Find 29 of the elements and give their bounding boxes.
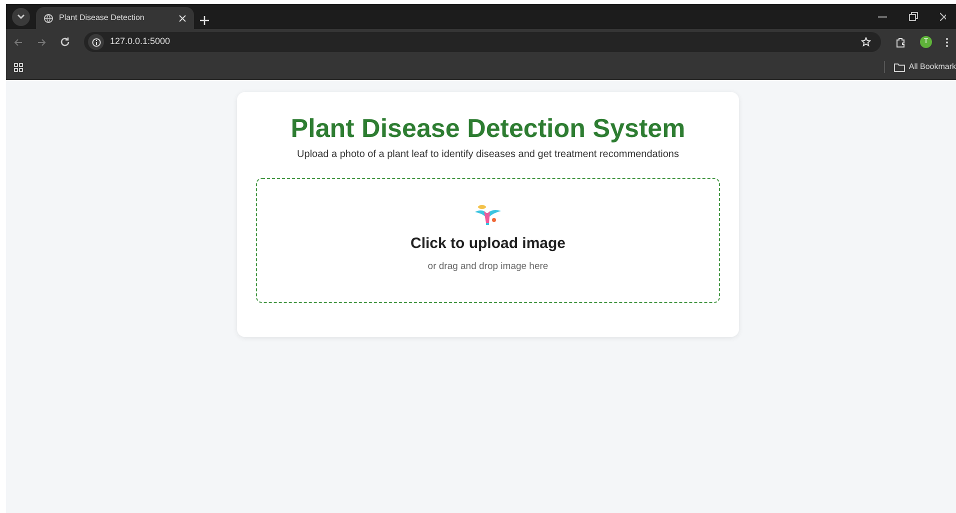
upload-hint: or drag and drop image here xyxy=(428,260,548,274)
info-icon xyxy=(92,38,100,46)
all-bookmarks-button[interactable]: All Bookmark xyxy=(894,61,956,73)
restore-icon[interactable] xyxy=(909,12,918,21)
close-icon[interactable] xyxy=(940,12,946,21)
upload-dropzone[interactable]: Click to upload image or drag and drop image here xyxy=(256,178,720,303)
tab-title: Plant Disease Detection xyxy=(59,12,146,24)
globe-icon xyxy=(44,14,53,22)
apps-grid-icon[interactable] xyxy=(14,62,23,72)
site-info-button[interactable] xyxy=(88,34,104,50)
minimize-icon[interactable] xyxy=(878,16,887,18)
chevron-down-icon xyxy=(17,14,25,20)
page-title: Plant Disease Detection System xyxy=(290,112,686,144)
address-bar[interactable]: 127.0.0.1:5000 xyxy=(84,32,881,52)
browser-tab[interactable]: Plant Disease Detection xyxy=(36,7,194,29)
star-icon[interactable] xyxy=(861,37,871,47)
back-arrow-icon[interactable] xyxy=(14,38,23,46)
page-subtitle: Upload a photo of a plant leaf to identify diseases and get treatment recommendations xyxy=(297,148,679,162)
url-text: 127.0.0.1:5000 xyxy=(110,35,172,48)
plus-icon xyxy=(200,16,209,25)
upload-illustration-icon xyxy=(473,203,503,227)
reload-icon[interactable] xyxy=(60,37,70,47)
upload-heading: Click to upload image xyxy=(410,234,566,254)
folder-icon xyxy=(894,62,905,72)
puzzle-icon[interactable] xyxy=(895,36,906,48)
tab-search-button[interactable] xyxy=(12,8,30,26)
close-icon[interactable] xyxy=(179,14,186,22)
forward-arrow-icon[interactable] xyxy=(37,38,46,46)
new-tab-button[interactable] xyxy=(200,16,209,25)
